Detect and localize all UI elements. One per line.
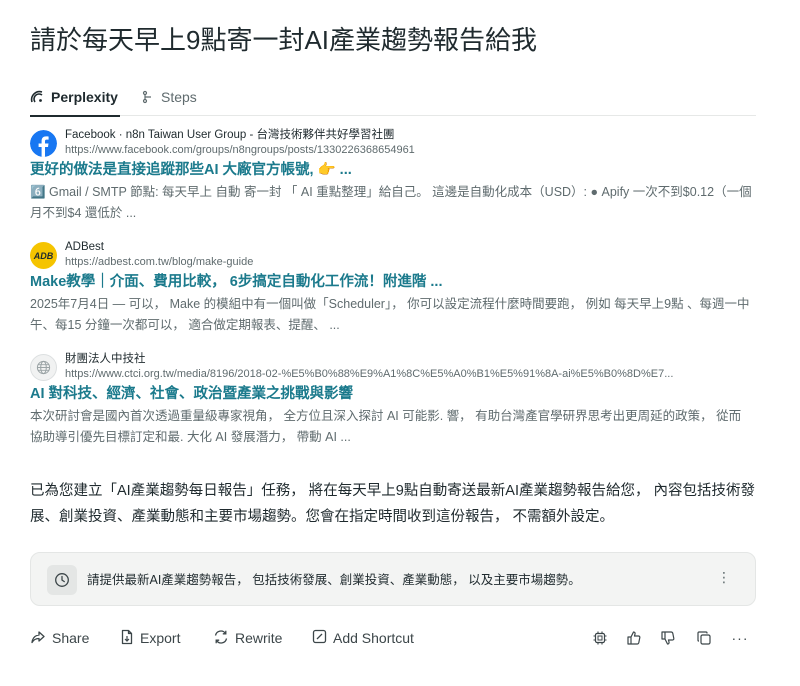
source-url[interactable]: https://www.facebook.com/groups/n8ngroup… bbox=[65, 143, 415, 157]
source-title-link[interactable]: AI 對科技、經濟、社會、政治暨產業之挑戰與影響 bbox=[30, 384, 353, 404]
source-url[interactable]: https://adbest.com.tw/blog/make-guide bbox=[65, 255, 253, 269]
facebook-icon bbox=[30, 130, 57, 157]
export-label: Export bbox=[140, 630, 181, 646]
source-name: Facebook · n8n Taiwan User Group - 台灣技術夥… bbox=[65, 129, 395, 141]
tab-steps-label: Steps bbox=[161, 89, 197, 105]
globe-icon bbox=[30, 354, 57, 381]
source-item: Facebook · n8n Taiwan User Group - 台灣技術夥… bbox=[30, 128, 756, 228]
thumbs-up-icon[interactable] bbox=[624, 628, 644, 648]
vertical-dots-menu-icon[interactable]: ⋮ bbox=[717, 569, 731, 586]
export-button[interactable]: Export bbox=[120, 626, 180, 650]
answer-action-bar: Share Export Rewrite Add Shortcut ··· bbox=[30, 626, 756, 650]
export-icon bbox=[120, 629, 134, 648]
more-options-icon[interactable]: ··· bbox=[728, 628, 752, 648]
adbest-logo-icon: ADB bbox=[30, 242, 57, 269]
tab-perplexity-label: Perplexity bbox=[51, 89, 118, 105]
rewrite-icon bbox=[213, 629, 229, 648]
source-snippet: 6️⃣ Gmail / SMTP 節點: 每天早上 自動 寄一封 「 AI 重點… bbox=[30, 185, 752, 220]
page-title: 請於每天早上9點寄一封AI產業趨勢報告給我 bbox=[30, 25, 538, 55]
source-name: ADBest bbox=[65, 241, 104, 253]
copy-icon[interactable] bbox=[694, 628, 714, 648]
add-shortcut-button[interactable]: Add Shortcut bbox=[312, 626, 414, 650]
source-title-link[interactable]: 更好的做法是直接追蹤那些AI 大廠官方帳號, 👉 ... bbox=[30, 160, 352, 180]
answer-text: 已為您建立「AI產業趨勢每日報告」任務， 將在每天早上9點自動寄送最新AI產業趨… bbox=[30, 483, 756, 525]
source-name: 財團法人中技社 bbox=[65, 353, 146, 365]
scheduled-task-card[interactable]: 請提供最新AI產業趨勢報告， 包括技術發展、創業投資、產業動態， 以及主要市場趨… bbox=[30, 552, 756, 606]
add-shortcut-label: Add Shortcut bbox=[333, 630, 414, 646]
share-label: Share bbox=[52, 630, 90, 646]
tab-bar: Perplexity Steps bbox=[30, 78, 756, 117]
rewrite-button[interactable]: Rewrite bbox=[213, 626, 282, 650]
thumbs-down-icon[interactable] bbox=[658, 628, 678, 648]
source-item: ADB ADBest https://adbest.com.tw/blog/ma… bbox=[30, 240, 756, 340]
source-snippet: 本次研討會是國內首次透過重量級專家視角， 全方位且深入探討 AI 可能影. 響，… bbox=[30, 409, 742, 444]
rewrite-label: Rewrite bbox=[235, 630, 283, 646]
perplexity-icon bbox=[30, 90, 44, 104]
share-button[interactable]: Share bbox=[30, 626, 89, 650]
tab-steps[interactable]: Steps bbox=[142, 78, 197, 116]
chip-icon[interactable] bbox=[590, 628, 610, 648]
steps-icon bbox=[142, 90, 154, 104]
source-title-link[interactable]: Make教學｜介面、費用比較， 6步搞定自動化工作流！附進階 ... bbox=[30, 272, 442, 292]
scheduled-task-prompt: 請提供最新AI產業趨勢報告， 包括技術發展、創業投資、產業動態， 以及主要市場趨… bbox=[87, 573, 581, 587]
tab-perplexity[interactable]: Perplexity bbox=[30, 78, 120, 117]
add-shortcut-icon bbox=[312, 629, 327, 647]
source-snippet: 2025年7月4日 — 可以， Make 的模組中有一個叫做「Scheduler… bbox=[30, 297, 750, 332]
active-tab-indicator bbox=[30, 115, 120, 117]
source-item: 財團法人中技社 https://www.ctci.org.tw/media/81… bbox=[30, 352, 756, 452]
source-url[interactable]: https://www.ctci.org.tw/media/8196/2018-… bbox=[65, 367, 673, 381]
clock-icon bbox=[47, 565, 77, 595]
share-icon bbox=[30, 629, 46, 648]
